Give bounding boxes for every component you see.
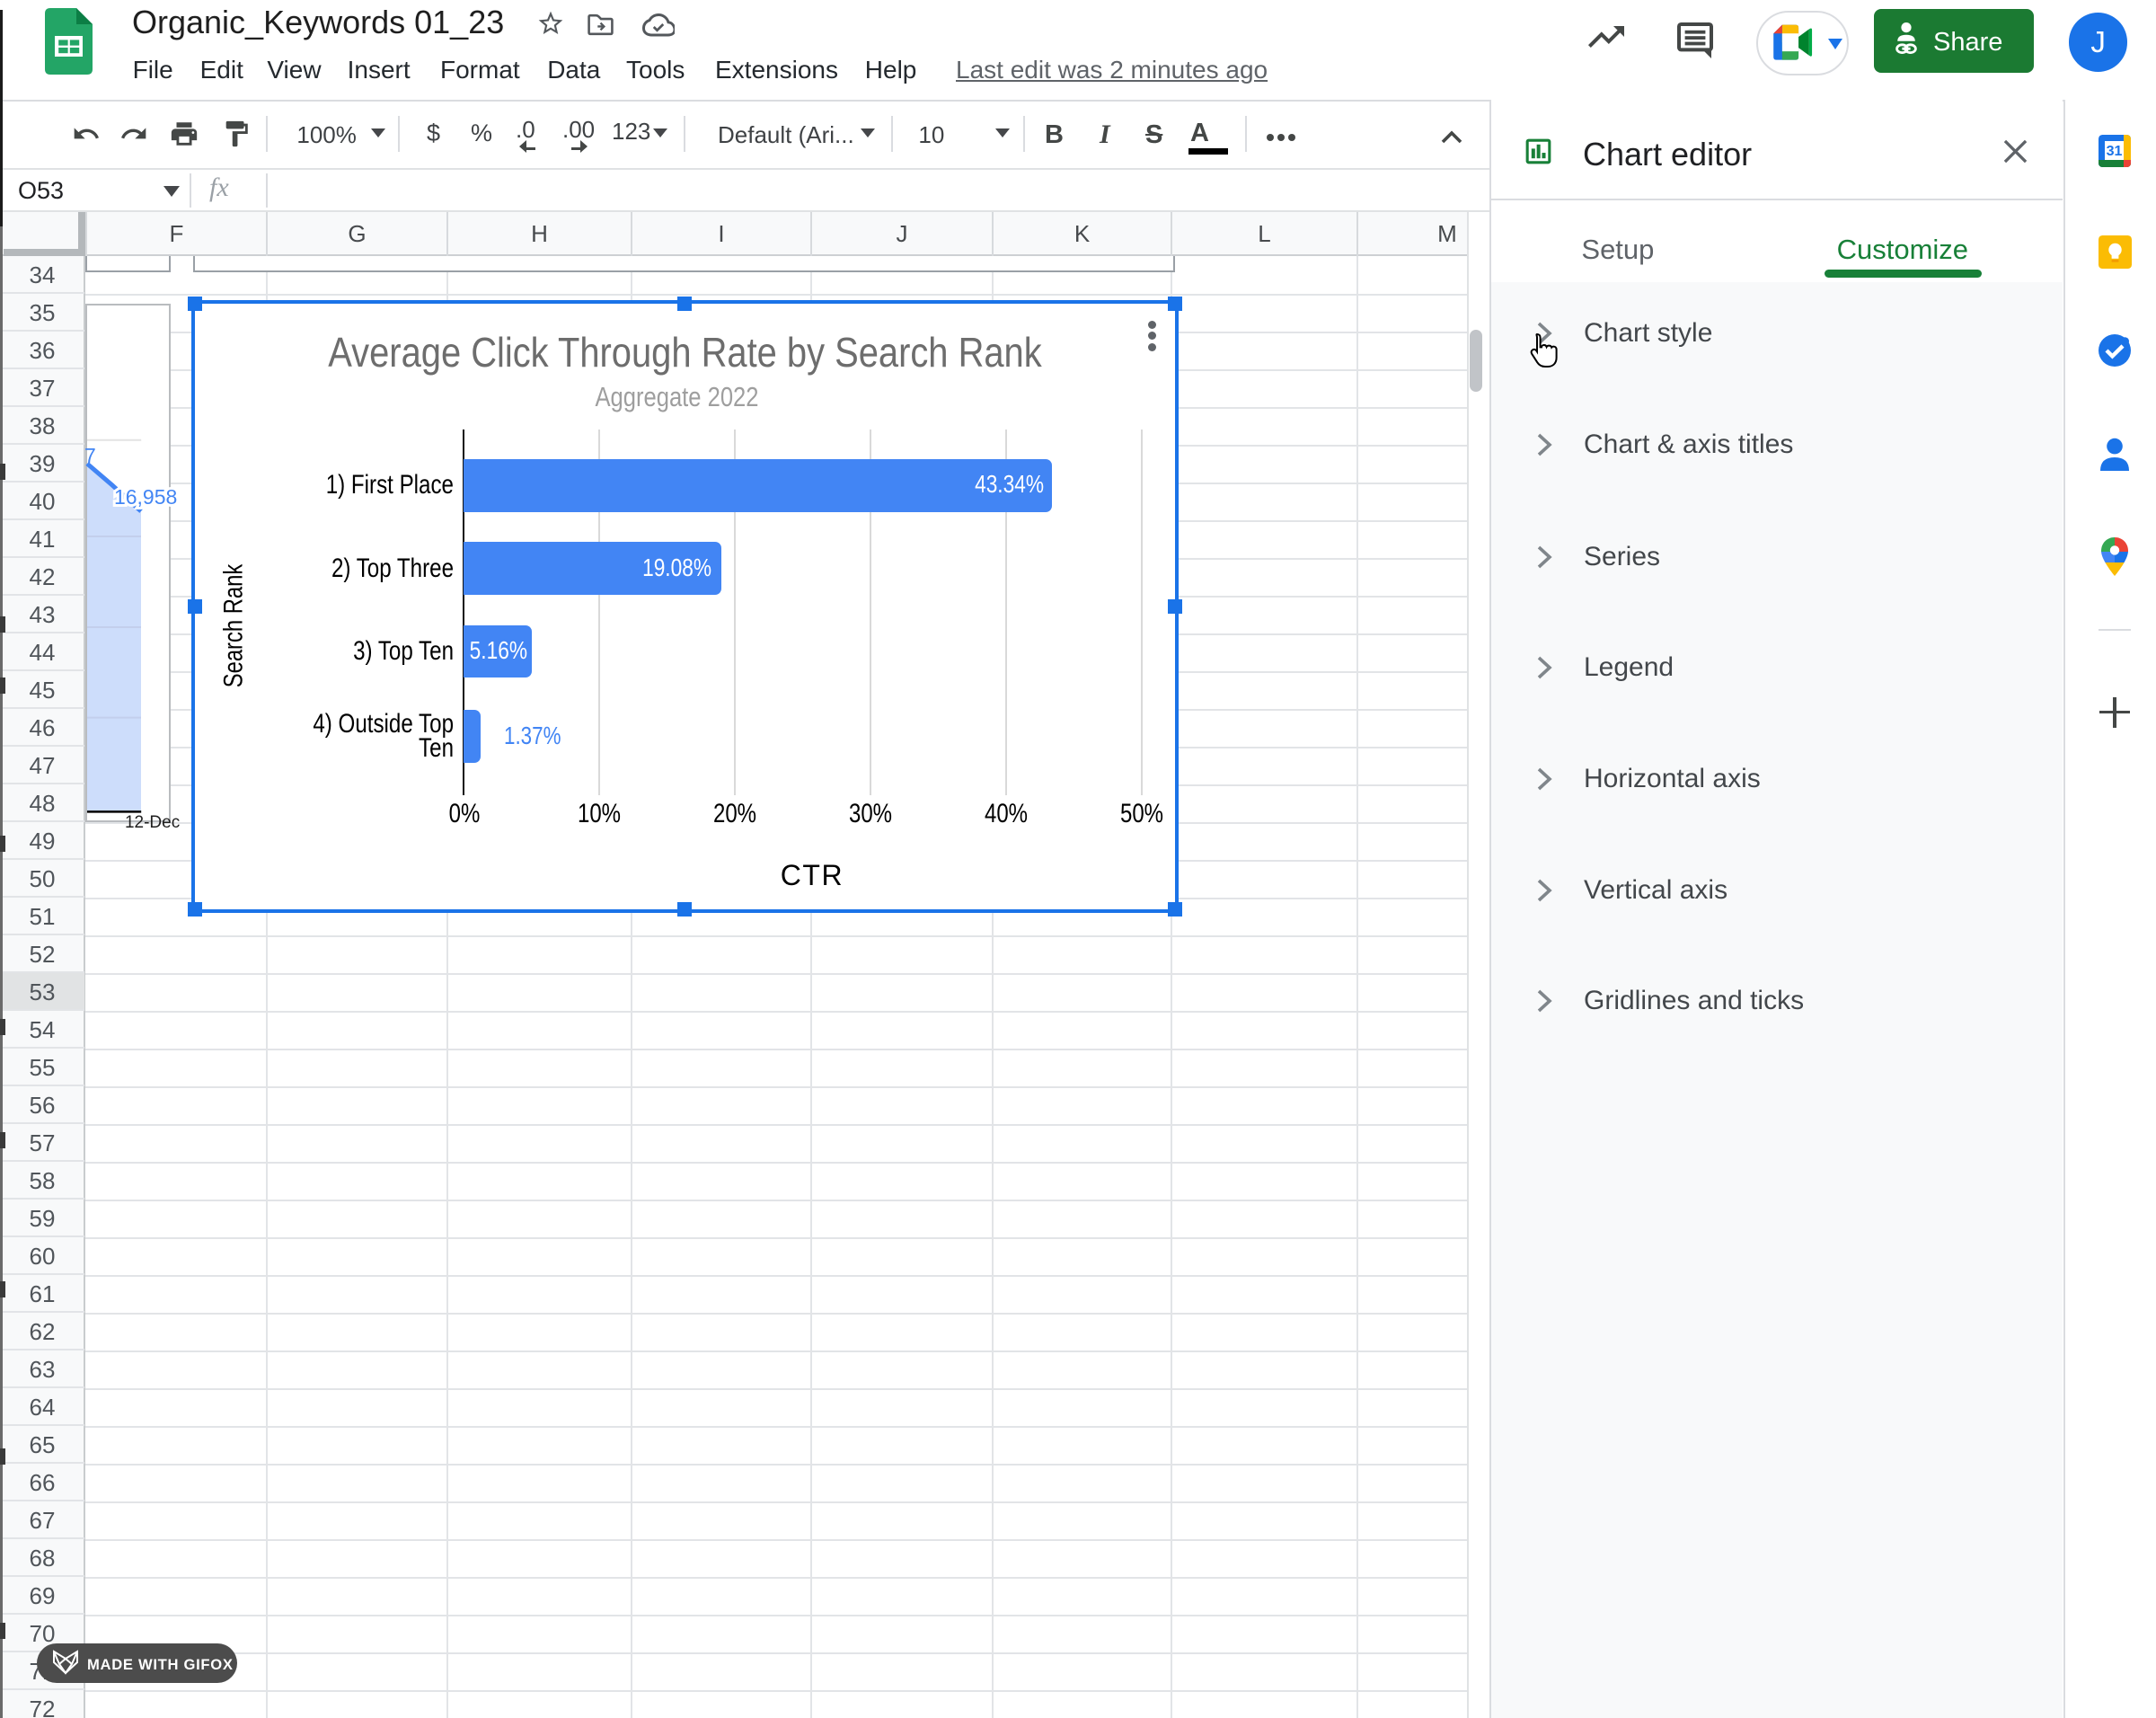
svg-text:16,958: 16,958 (114, 485, 177, 509)
svg-text:12-Dec: 12-Dec (125, 813, 180, 832)
svg-text:7: 7 (84, 444, 96, 467)
svg-text:31: 31 (2106, 144, 2122, 159)
